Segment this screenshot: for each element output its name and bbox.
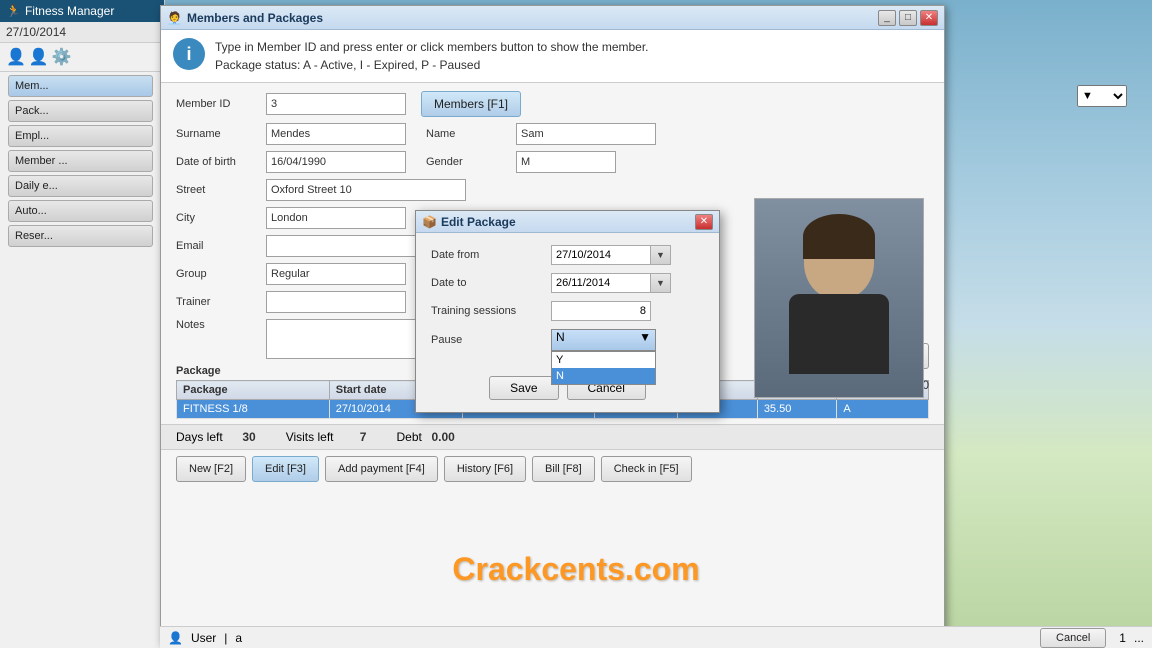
pause-option-y[interactable]: Y — [552, 352, 655, 368]
dialog-icon: 📦 — [422, 215, 437, 229]
date-to-input[interactable] — [551, 273, 651, 293]
date-from-row: Date from ▼ — [431, 245, 704, 265]
pause-value: N — [556, 330, 565, 344]
dialog-close-button[interactable]: ✕ — [695, 214, 713, 230]
date-from-input[interactable] — [551, 245, 651, 265]
pause-dropdown-wrap: N ▼ Y N — [551, 329, 656, 351]
dialog-title-bar: 📦 Edit Package ✕ — [416, 211, 719, 233]
edit-package-dialog: 📦 Edit Package ✕ Date from ▼ Date to ▼ — [415, 210, 720, 413]
training-sessions-row: Training sessions — [431, 301, 704, 321]
date-from-picker-button[interactable]: ▼ — [651, 245, 671, 265]
pause-option-n[interactable]: N — [552, 368, 655, 384]
date-from-input-wrap: ▼ — [551, 245, 671, 265]
date-to-picker-button[interactable]: ▼ — [651, 273, 671, 293]
date-to-label: Date to — [431, 277, 551, 289]
pause-row: Pause N ▼ Y N — [431, 329, 704, 351]
date-from-label: Date from — [431, 249, 551, 261]
dialog-title: 📦 Edit Package — [422, 215, 516, 229]
dialog-save-button[interactable]: Save — [489, 376, 558, 400]
training-sessions-input[interactable] — [551, 301, 651, 321]
dialog-title-label: Edit Package — [441, 215, 516, 229]
training-sessions-label: Training sessions — [431, 305, 551, 317]
dialog-overlay: 📦 Edit Package ✕ Date from ▼ Date to ▼ — [0, 0, 1152, 648]
date-to-input-wrap: ▼ — [551, 273, 671, 293]
dialog-body: Date from ▼ Date to ▼ Training sessions — [416, 233, 719, 371]
pause-label: Pause — [431, 334, 551, 346]
date-to-row: Date to ▼ — [431, 273, 704, 293]
pause-dropdown-list: Y N — [551, 351, 656, 385]
pause-dropdown-arrow: ▼ — [639, 330, 651, 344]
pause-dropdown[interactable]: N ▼ — [551, 329, 656, 351]
